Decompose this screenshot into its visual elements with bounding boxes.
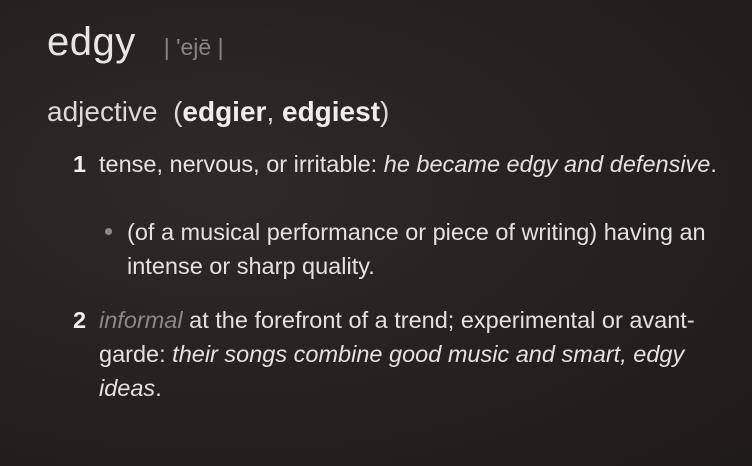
sense-end: . (155, 375, 162, 401)
part-of-speech: adjective (47, 96, 158, 127)
sense-end: . (710, 151, 717, 177)
subsense-text: (of a musical performance or piece of wr… (127, 219, 706, 279)
sense-example: their songs combine good music and smart… (99, 341, 685, 401)
comparative-form: edgier (182, 96, 267, 127)
sense-2: 2 informal at the forefront of a trend; e… (73, 303, 729, 405)
forms-open: ( (173, 96, 183, 127)
headword: edgy (47, 20, 136, 64)
bullet-icon (105, 228, 112, 235)
superlative-form: edgiest (282, 96, 381, 127)
dictionary-panel: edgy | 'ejē | adjective (edgier, edgiest… (0, 0, 752, 466)
forms-close: ) (380, 96, 390, 127)
sense-example: he became edgy and defensive (383, 151, 711, 177)
subsense-1: (of a musical performance or piece of wr… (105, 215, 707, 283)
sense-number: 2 (73, 307, 87, 333)
sense-1: 1 tense, nervous, or irritable: he became… (73, 147, 719, 181)
sense-number: 1 (73, 151, 87, 177)
forms-separator: , (266, 96, 282, 127)
headword-row: edgy | 'ejē | (47, 20, 224, 65)
register-label: informal (99, 307, 183, 333)
part-of-speech-row: adjective (edgier, edgiest) (47, 96, 389, 128)
pronunciation: | 'ejē | (163, 34, 224, 60)
sense-definition: tense, nervous, or irritable: (99, 151, 384, 177)
